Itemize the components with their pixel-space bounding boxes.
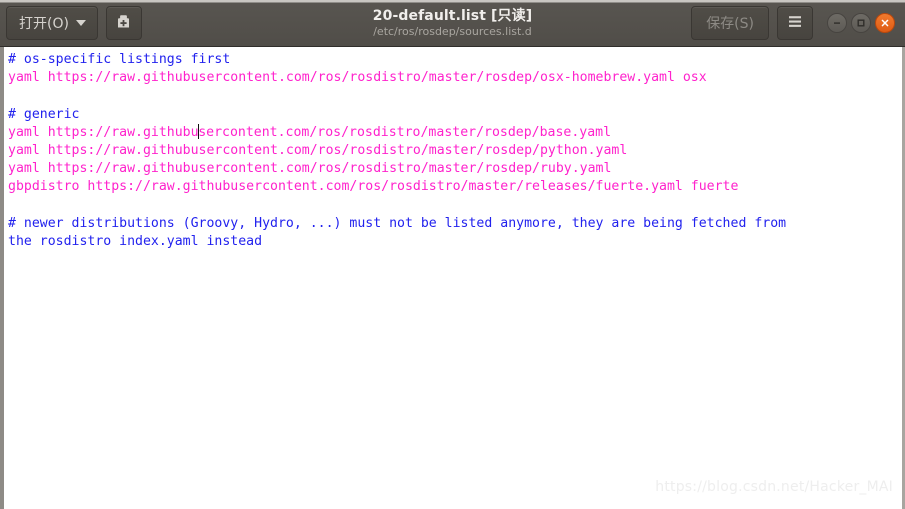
maximize-button[interactable] [851, 13, 871, 33]
code-line: # generic [8, 106, 80, 122]
minimize-icon [832, 18, 842, 28]
code-line: yaml https://raw.githubusercontent.com/r… [8, 70, 707, 86]
open-button-label: 打开(O) [19, 16, 69, 32]
main-menu-button[interactable] [777, 6, 813, 40]
code-line: # os-specific listings first [8, 52, 231, 67]
minimize-button[interactable] [827, 13, 847, 33]
hamburger-menu-icon [787, 15, 803, 32]
title-bar: 打开(O) 20-default.list [只读] /etc/ros/rosd… [0, 0, 905, 47]
code-line: gbpdistro https://raw.githubusercontent.… [8, 179, 739, 195]
close-icon [880, 18, 890, 28]
save-as-icon [115, 13, 132, 34]
maximize-icon [856, 18, 866, 28]
save-button-label: 保存(S) [706, 16, 754, 32]
watermark-text: https://blog.csdn.net/Hacker_MAI [655, 479, 893, 495]
titlebar-left-actions: 打开(O) [6, 6, 142, 40]
code-line: yaml https://raw.githubusercontent.com/r… [8, 161, 612, 177]
file-path-subtitle: /etc/ros/rosdep/sources.list.d [373, 24, 532, 38]
text-view[interactable]: # os-specific listings first yaml https:/… [4, 47, 902, 509]
page-title: 20-default.list [只读] [372, 7, 533, 24]
save-button[interactable]: 保存(S) [691, 6, 769, 40]
file-contents[interactable]: # os-specific listings first yaml https:/… [8, 51, 902, 251]
text-editor-window: 打开(O) 20-default.list [只读] /etc/ros/rosd… [0, 0, 905, 509]
editor-area: # os-specific listings first yaml https:/… [0, 47, 905, 509]
chevron-down-icon [75, 20, 86, 26]
close-button[interactable] [875, 13, 895, 33]
code-line: # newer distributions (Groovy, Hydro, ..… [8, 215, 787, 231]
code-line: yaml https://raw.githubusercontent.com/r… [8, 123, 612, 140]
code-line: the rosdistro index.yaml instead [8, 233, 263, 249]
open-file-button[interactable]: 打开(O) [6, 6, 98, 40]
code-line: yaml https://raw.githubusercontent.com/r… [8, 142, 628, 158]
text-cursor [197, 123, 199, 139]
save-as-button[interactable] [105, 6, 142, 40]
window-controls [827, 13, 895, 33]
titlebar-right-actions: 保存(S) [691, 6, 899, 40]
